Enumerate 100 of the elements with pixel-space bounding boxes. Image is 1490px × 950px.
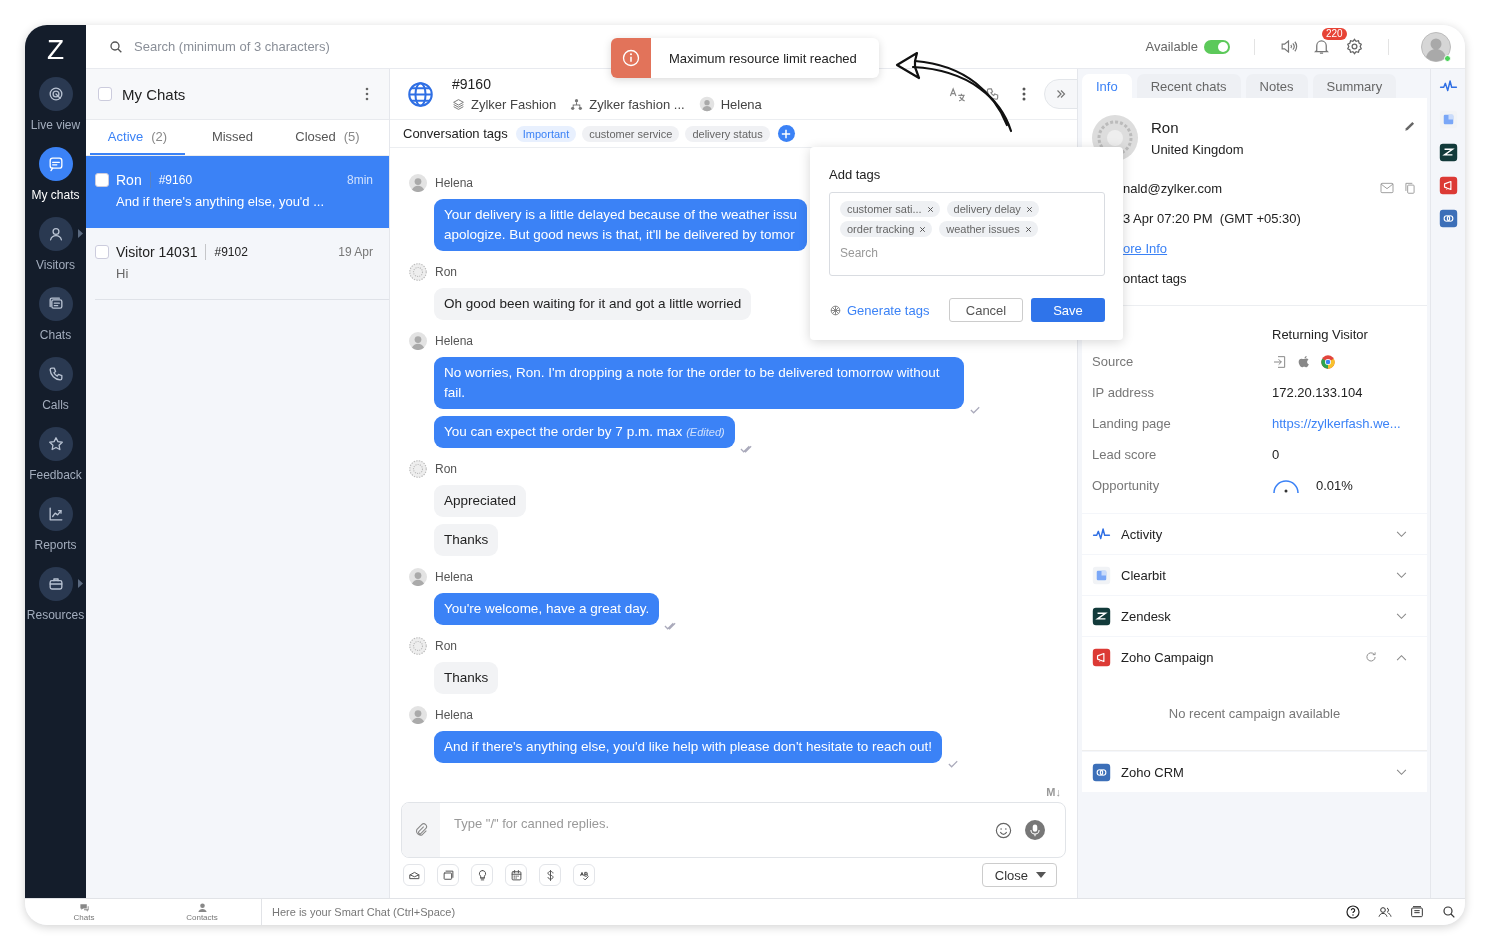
- nav-item[interactable]: Visitors: [25, 213, 86, 283]
- agent-avatar-icon: [409, 706, 427, 724]
- spellcheck-icon[interactable]: [573, 864, 595, 886]
- org-chart-icon: [570, 97, 584, 111]
- inbox-icon[interactable]: [403, 864, 425, 886]
- edit-pencil-icon[interactable]: [1403, 119, 1417, 133]
- conversation-tag[interactable]: customer service: [582, 125, 680, 142]
- campaign-megaphone-icon[interactable]: [1438, 176, 1458, 195]
- visitor-country: United Kingdom: [1151, 142, 1244, 157]
- zendesk-logo-icon[interactable]: [1438, 143, 1458, 162]
- chat-checkbox[interactable]: [95, 173, 109, 187]
- detail-label: Opportunity: [1092, 478, 1161, 493]
- message-bubble: And if there's anything else, you'd like help with please don't hesitate to reach out!: [434, 731, 943, 763]
- phone-icon: [38, 357, 73, 391]
- nav-item[interactable]: Reports: [25, 493, 86, 563]
- info-tab[interactable]: Recent chats: [1136, 74, 1241, 98]
- agent-avatar-icon: [409, 174, 427, 192]
- chat-checkbox[interactable]: [95, 245, 109, 259]
- archive-icon[interactable]: [1409, 904, 1425, 920]
- lightbulb-icon[interactable]: [471, 864, 493, 886]
- info-tab[interactable]: Notes: [1245, 74, 1308, 98]
- remove-tag-icon[interactable]: [1024, 204, 1034, 214]
- dollar-icon[interactable]: [539, 864, 561, 886]
- visitor-avatar-icon: [409, 460, 427, 478]
- conversation-id: #9160: [452, 76, 492, 92]
- double-chevron-icon: [1054, 87, 1068, 101]
- message-bubble: Appreciated: [434, 485, 527, 517]
- mail-icon[interactable]: [1379, 180, 1395, 196]
- notification-bell-icon[interactable]: [1312, 37, 1331, 56]
- nav-item[interactable]: Live view: [25, 73, 86, 143]
- availability-toggle[interactable]: [1204, 39, 1230, 54]
- chat-filter-tab[interactable]: Closed (5): [280, 120, 375, 155]
- copy-icon[interactable]: [1403, 181, 1417, 195]
- tag-input-field[interactable]: customer sati... delivery delay order tracking weather issues Search: [829, 192, 1105, 276]
- campaign-megaphone-icon: [1092, 647, 1111, 667]
- nav-item[interactable]: Calls: [25, 353, 86, 423]
- expand-chevron-icon[interactable]: [1396, 530, 1407, 538]
- microphone-icon[interactable]: [1025, 820, 1045, 840]
- message-bubble: Oh good been waiting for it and got a little worried: [434, 288, 752, 320]
- agent-avatar-icon: [409, 332, 427, 350]
- chat-filter-tab[interactable]: Missed: [185, 120, 280, 155]
- refresh-icon[interactable]: [1364, 650, 1378, 664]
- cancel-button[interactable]: Cancel: [949, 298, 1023, 322]
- crm-logo-icon[interactable]: [1438, 209, 1458, 228]
- info-tab[interactable]: Info: [1082, 74, 1132, 98]
- search-field[interactable]: Search (minimum of 3 characters): [132, 38, 392, 55]
- reply-field[interactable]: Type "/" for canned replies.: [401, 802, 1066, 858]
- add-tag-button[interactable]: [777, 125, 795, 142]
- section-title: Activity: [1121, 526, 1163, 542]
- copy-icon[interactable]: [437, 864, 459, 886]
- expand-chevron-icon[interactable]: [1396, 571, 1407, 579]
- collapse-chevron-icon[interactable]: [1396, 653, 1407, 661]
- remove-tag-icon[interactable]: [925, 204, 935, 214]
- select-all-checkbox[interactable]: [98, 87, 112, 101]
- chat-list-item[interactable]: Visitor 14031 #9102 19 Apr Hi: [95, 228, 389, 300]
- zendesk-logo-icon: [1092, 606, 1111, 626]
- remove-tag-icon[interactable]: [918, 224, 928, 234]
- remove-tag-icon[interactable]: [1023, 224, 1033, 234]
- tag-chip: delivery delay: [946, 201, 1039, 217]
- search-icon[interactable]: [1441, 904, 1457, 920]
- message-bubble: Thanks: [434, 524, 499, 556]
- close-chat-button[interactable]: Close: [981, 863, 1057, 887]
- speaker-icon[interactable]: [1279, 37, 1298, 56]
- info-tab[interactable]: Summary: [1312, 74, 1397, 98]
- visitor-avatar-icon: [409, 637, 427, 655]
- nav-item[interactable]: My chats: [25, 143, 86, 213]
- markdown-toggle[interactable]: M↓: [1046, 786, 1061, 798]
- nav-item[interactable]: Feedback: [25, 423, 86, 493]
- chat-list-item[interactable]: Ron #9160 8min And if there's anything else, you'd ...: [86, 156, 389, 228]
- nav-item[interactable]: Resources: [25, 563, 86, 633]
- paperclip-icon[interactable]: [413, 822, 429, 838]
- bottom-tab[interactable]: Chats: [25, 899, 143, 925]
- landing-page-link[interactable]: https://zylkerfash.we...: [1272, 416, 1401, 431]
- contact-tags-label: ontact tags: [1123, 270, 1187, 286]
- expand-chevron-icon[interactable]: [1396, 612, 1407, 620]
- visitor-name: Visitor 14031: [116, 244, 207, 260]
- tag-chip: order tracking: [840, 221, 933, 237]
- user-avatar-icon[interactable]: [1421, 31, 1451, 62]
- generate-tags-link[interactable]: Generate tags: [829, 302, 930, 318]
- conversation-tag[interactable]: Important: [515, 125, 577, 142]
- chat-bubble-icon: [38, 147, 73, 181]
- people-icon[interactable]: [1377, 904, 1393, 920]
- caret-icon: [1036, 872, 1046, 878]
- expand-chevron-icon[interactable]: [1396, 768, 1407, 776]
- message-bubble: Thanks: [434, 662, 499, 694]
- settings-icon[interactable]: [1345, 37, 1364, 56]
- conversation-tag[interactable]: delivery status: [685, 125, 770, 142]
- emoji-icon[interactable]: [994, 820, 1013, 840]
- save-button[interactable]: Save: [1031, 298, 1105, 322]
- help-icon[interactable]: [1345, 904, 1361, 920]
- nav-item[interactable]: Chats: [25, 283, 86, 353]
- agent-avatar-icon: [409, 568, 427, 586]
- agent-avatar-icon: [698, 96, 715, 112]
- bottom-tab[interactable]: Contacts: [143, 899, 261, 925]
- more-options-icon[interactable]: [365, 87, 369, 101]
- more-options-icon[interactable]: [1022, 87, 1026, 101]
- search-icon: [108, 38, 124, 55]
- calendar-icon[interactable]: [505, 864, 527, 886]
- chat-bubbles-icon: [38, 287, 73, 321]
- more-info-link[interactable]: ore Info: [1123, 240, 1168, 256]
